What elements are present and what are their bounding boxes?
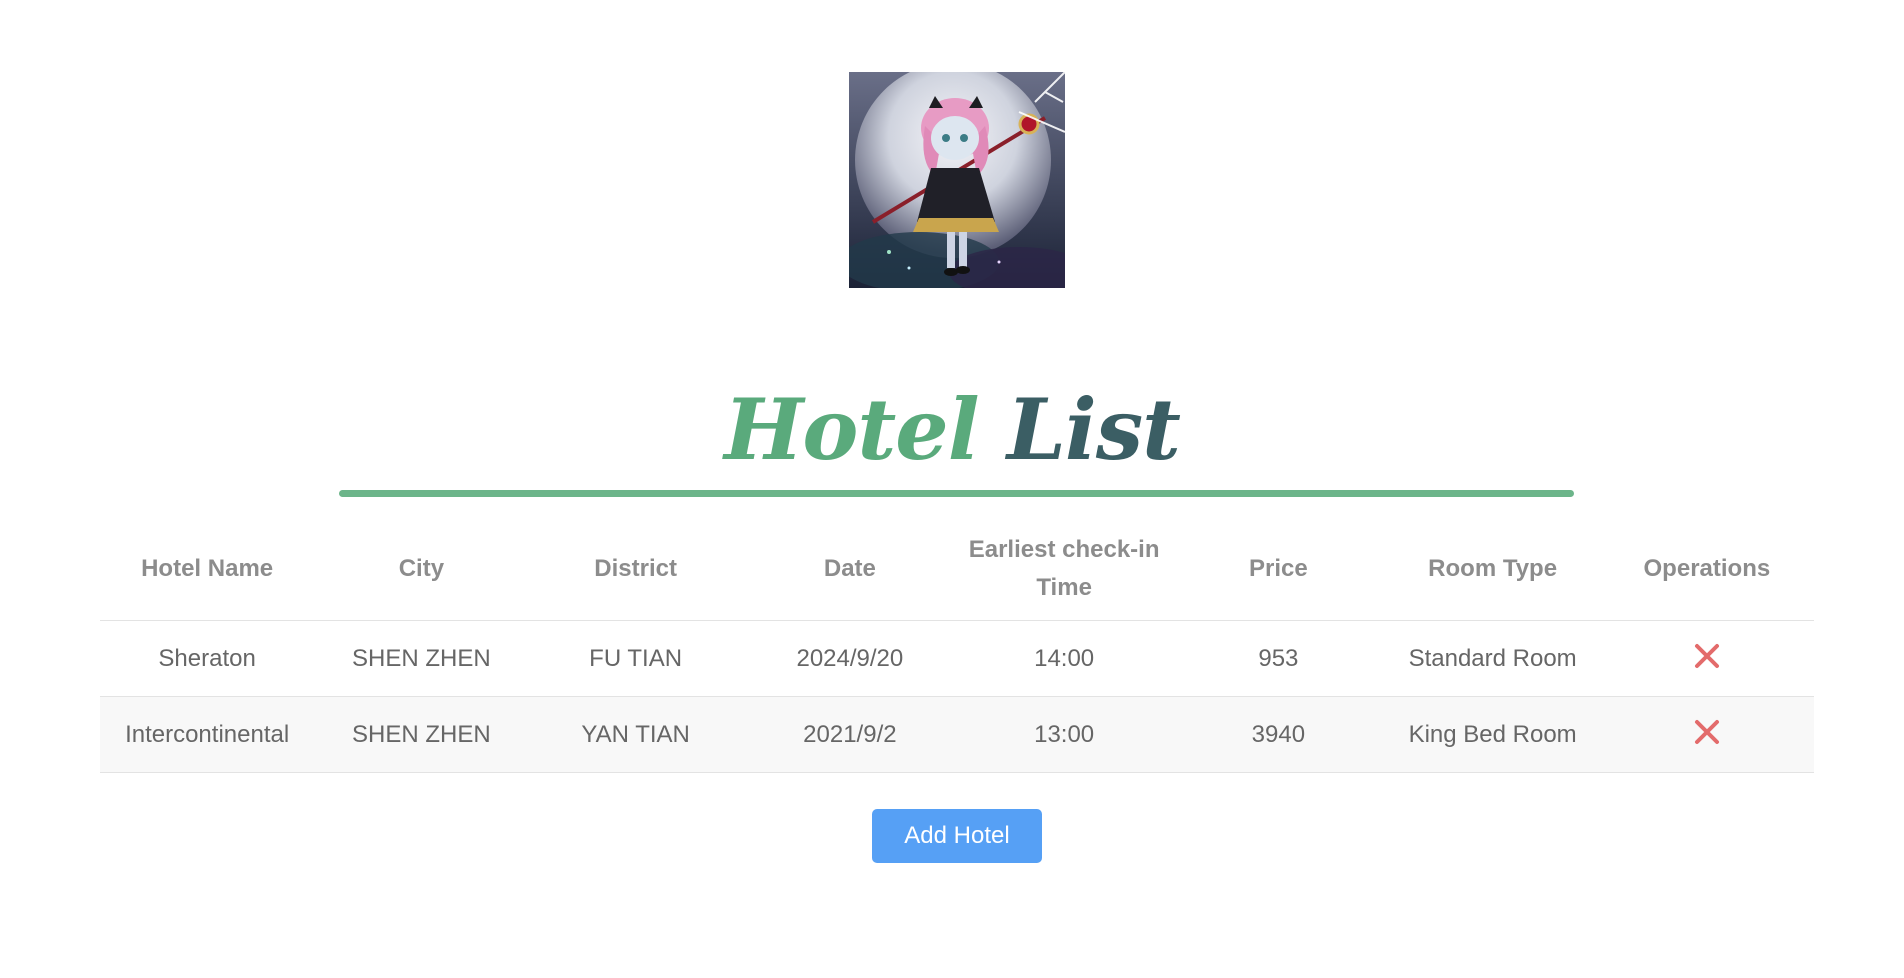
cell-hotel-name: Intercontinental (100, 696, 315, 773)
cell-checkin-time: 14:00 (957, 620, 1172, 697)
table-header-row: Hotel Name City District Date Earliest c… (100, 518, 1814, 621)
cell-date: 2024/9/20 (742, 620, 957, 697)
table-row: Intercontinental SHEN ZHEN YAN TIAN 2021… (100, 696, 1814, 773)
title-divider (339, 490, 1574, 497)
column-header-operations: Operations (1599, 518, 1814, 621)
avatar (849, 72, 1065, 288)
close-icon[interactable] (1692, 717, 1722, 747)
cell-district: YAN TIAN (528, 696, 743, 773)
cell-city: SHEN ZHEN (314, 620, 529, 697)
column-header-district: District (528, 518, 743, 621)
column-header-city: City (314, 518, 529, 621)
cell-room-type: King Bed Room (1385, 696, 1600, 773)
page-title: Hotel List (0, 380, 1904, 480)
cell-district: FU TIAN (528, 620, 743, 697)
column-header-room-type: Room Type (1385, 518, 1600, 621)
cell-checkin-time: 13:00 (957, 696, 1172, 773)
column-header-checkin-time: Earliest check-in Time (957, 518, 1172, 621)
close-icon[interactable] (1692, 641, 1722, 671)
cell-operations (1599, 620, 1814, 697)
table-row: Sheraton SHEN ZHEN FU TIAN 2024/9/20 14:… (100, 620, 1814, 697)
cell-operations (1599, 696, 1814, 773)
anime-girl-avatar-image (849, 72, 1065, 288)
column-header-price: Price (1171, 518, 1386, 621)
hotel-table: Hotel Name City District Date Earliest c… (100, 518, 1814, 773)
cell-room-type: Standard Room (1385, 620, 1600, 697)
cell-city: SHEN ZHEN (314, 696, 529, 773)
cell-hotel-name: Sheraton (100, 620, 315, 697)
column-header-date: Date (742, 518, 957, 621)
column-header-hotel-name: Hotel Name (100, 518, 315, 621)
cell-date: 2021/9/2 (742, 696, 957, 773)
cell-price: 953 (1171, 620, 1386, 697)
add-hotel-button[interactable]: Add Hotel (872, 809, 1042, 863)
title-word-list: List (1006, 380, 1181, 479)
page: Hotel List Hotel Name City District Date… (0, 0, 1904, 978)
title-word-hotel: Hotel (724, 380, 980, 479)
cell-price: 3940 (1171, 696, 1386, 773)
